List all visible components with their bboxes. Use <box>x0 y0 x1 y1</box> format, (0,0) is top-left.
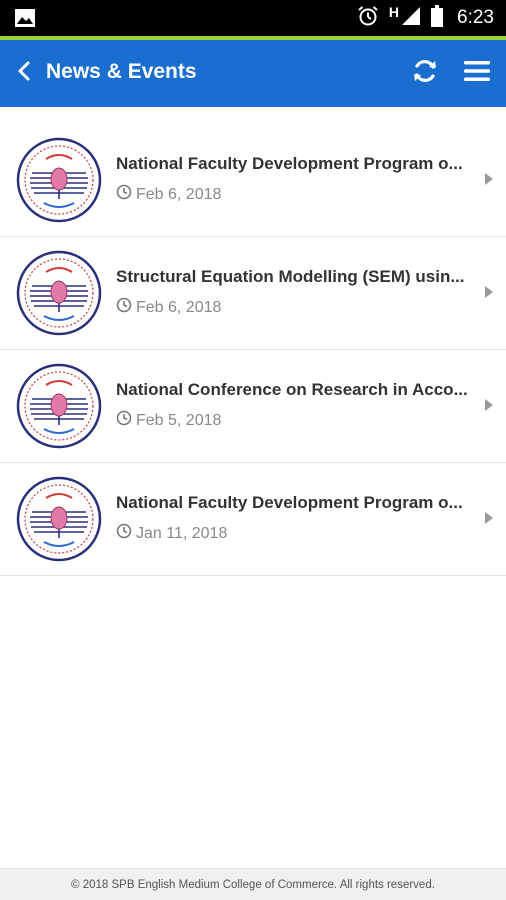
chevron-right-icon <box>484 172 494 186</box>
network-type-indicator: H <box>388 4 400 20</box>
college-logo-icon <box>16 476 102 562</box>
alarm-icon <box>357 5 379 32</box>
refresh-button[interactable] <box>408 56 442 90</box>
list-item[interactable]: National Conference on Research in Acco.… <box>0 350 506 463</box>
list-item[interactable]: National Faculty Development Program o..… <box>0 463 506 576</box>
status-time: 6:23 <box>457 7 494 28</box>
status-bar: H 6:23 <box>0 0 506 36</box>
clock-icon <box>116 410 132 431</box>
news-date-row: Jan 11, 2018 <box>116 523 227 544</box>
news-date: Feb 5, 2018 <box>136 411 222 429</box>
clock-icon <box>116 297 132 318</box>
chevron-right-icon <box>484 285 494 299</box>
news-title: National Faculty Development Program o..… <box>116 493 463 512</box>
news-title: Structural Equation Modelling (SEM) usin… <box>116 267 465 286</box>
clock-icon <box>116 184 132 205</box>
college-logo-icon <box>16 363 102 449</box>
college-logo-icon <box>16 250 102 336</box>
news-date-row: Feb 5, 2018 <box>116 410 221 431</box>
college-logo-icon <box>16 137 102 223</box>
news-date: Feb 6, 2018 <box>136 298 222 316</box>
battery-icon <box>431 4 444 32</box>
chevron-right-icon <box>484 398 494 412</box>
image-icon <box>14 8 36 28</box>
news-date: Feb 6, 2018 <box>136 185 222 203</box>
menu-button[interactable] <box>460 56 494 90</box>
news-date-row: Feb 6, 2018 <box>116 184 221 205</box>
signal-icon <box>401 6 421 31</box>
copyright-text: © 2018 SPB English Medium College of Com… <box>71 878 435 891</box>
chevron-right-icon <box>484 511 494 525</box>
list-item[interactable]: Structural Equation Modelling (SEM) usin… <box>0 237 506 350</box>
news-title: National Conference on Research in Acco.… <box>116 380 468 399</box>
page-title: News & Events <box>46 60 197 83</box>
back-button[interactable] <box>10 58 38 88</box>
news-date-row: Feb 6, 2018 <box>116 297 221 318</box>
footer: © 2018 SPB English Medium College of Com… <box>0 868 506 900</box>
news-title: National Faculty Development Program o..… <box>116 154 463 173</box>
list-item[interactable]: National Faculty Development Program o..… <box>0 124 506 237</box>
back-icon <box>17 60 31 87</box>
app-bar: News & Events <box>0 40 506 107</box>
menu-icon <box>464 60 490 87</box>
clock-icon <box>116 523 132 544</box>
news-list: National Faculty Development Program o..… <box>0 124 506 576</box>
refresh-icon <box>412 58 438 89</box>
news-date: Jan 11, 2018 <box>136 524 228 542</box>
